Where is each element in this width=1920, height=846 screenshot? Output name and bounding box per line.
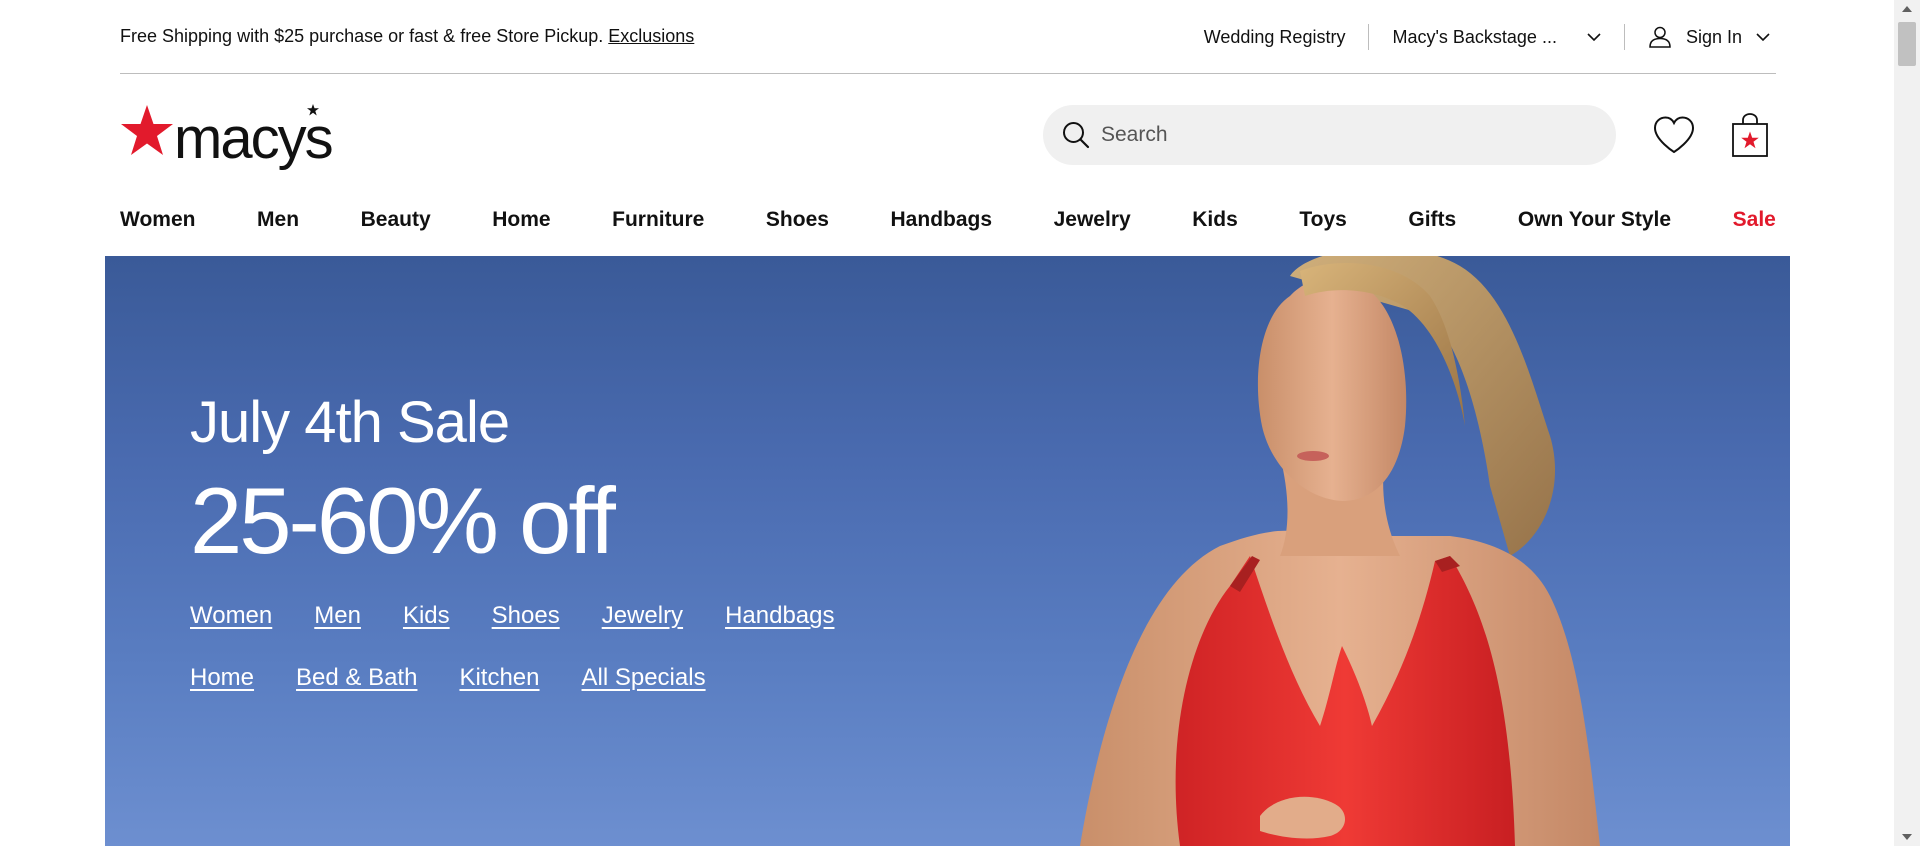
- macys-logo[interactable]: macys: [120, 104, 334, 171]
- hero-banner[interactable]: July 4th Sale 25-60% off Women Men Kids …: [105, 256, 1790, 846]
- hero-link-kitchen[interactable]: Kitchen: [459, 664, 539, 692]
- logo-wordmark: macys: [174, 106, 334, 171]
- hero-eyebrow: July 4th Sale: [190, 390, 510, 455]
- scrollbar-thumb[interactable]: [1898, 22, 1916, 66]
- nav-item-handbags[interactable]: Handbags: [891, 208, 993, 232]
- nav-item-sale[interactable]: Sale: [1733, 208, 1776, 232]
- promo-text: Free Shipping with $25 purchase or fast …: [120, 26, 604, 46]
- hero-links-row-2: Home Bed & Bath Kitchen All Specials: [190, 664, 834, 692]
- divider: [1368, 24, 1370, 50]
- divider: [1623, 24, 1625, 50]
- store-selector-label: Macy's Backstage ...: [1392, 26, 1557, 47]
- chevron-down-icon: [1756, 32, 1770, 41]
- exclusions-link[interactable]: Exclusions: [608, 26, 694, 46]
- nav-item-toys[interactable]: Toys: [1299, 208, 1346, 232]
- sign-in-label: Sign In: [1685, 26, 1742, 47]
- wedding-registry-link[interactable]: Wedding Registry: [1204, 27, 1346, 48]
- nav-item-kids[interactable]: Kids: [1192, 208, 1238, 232]
- nav-item-own-your-style[interactable]: Own Your Style: [1518, 208, 1671, 232]
- hero-links: Women Men Kids Shoes Jewelry Handbags Ho…: [190, 602, 834, 692]
- hero-link-bed-bath[interactable]: Bed & Bath: [296, 664, 417, 692]
- user-icon: [1649, 26, 1671, 48]
- utility-bar: Free Shipping with $25 purchase or fast …: [120, 0, 1776, 74]
- nav-item-beauty[interactable]: Beauty: [361, 208, 431, 232]
- hero-link-men[interactable]: Men: [314, 602, 361, 630]
- search-icon: [1063, 122, 1090, 149]
- hero-link-all-specials[interactable]: All Specials: [582, 664, 706, 692]
- search-input[interactable]: [1101, 123, 1581, 147]
- hero-link-kids[interactable]: Kids: [403, 602, 450, 630]
- nav-item-home[interactable]: Home: [492, 208, 550, 232]
- hero-link-shoes[interactable]: Shoes: [492, 602, 560, 630]
- shopping-bag-icon[interactable]: [1731, 112, 1769, 158]
- hero-links-row-1: Women Men Kids Shoes Jewelry Handbags: [190, 602, 834, 630]
- star-logo-icon: [121, 105, 173, 155]
- hero-text: July 4th Sale 25-60% off Women Men Kids …: [190, 394, 834, 726]
- hero-link-home[interactable]: Home: [190, 664, 254, 692]
- nav-item-furniture[interactable]: Furniture: [612, 208, 704, 232]
- hero-link-jewelry[interactable]: Jewelry: [602, 602, 683, 630]
- sign-in-menu[interactable]: Sign In: [1648, 26, 1776, 48]
- heart-icon[interactable]: [1652, 115, 1696, 155]
- chevron-down-icon: [1587, 32, 1601, 41]
- nav-item-gifts[interactable]: Gifts: [1408, 208, 1456, 232]
- nav-item-shoes[interactable]: Shoes: [766, 208, 829, 232]
- scroll-down-arrow-icon[interactable]: [1902, 834, 1912, 840]
- page-scrollbar[interactable]: [1894, 0, 1920, 846]
- nav-item-men[interactable]: Men: [257, 208, 299, 232]
- hero-link-handbags[interactable]: Handbags: [725, 602, 834, 630]
- utility-right: Wedding Registry Macy's Backstage ... Si…: [1204, 0, 1776, 74]
- nav-item-women[interactable]: Women: [120, 208, 195, 232]
- store-selector[interactable]: Macy's Backstage ...: [1392, 27, 1601, 48]
- hero-headline: 25-60% off: [190, 468, 616, 573]
- hero-model-image: [1080, 256, 1600, 846]
- apostrophe-star-icon: [307, 104, 319, 116]
- main-nav: Women Men Beauty Home Furniture Shoes Ha…: [120, 200, 1776, 240]
- scroll-up-arrow-icon[interactable]: [1902, 6, 1912, 12]
- shipping-promo: Free Shipping with $25 purchase or fast …: [120, 26, 694, 47]
- hero-link-women[interactable]: Women: [190, 602, 272, 630]
- search-bar[interactable]: [1043, 105, 1616, 165]
- nav-item-jewelry[interactable]: Jewelry: [1054, 208, 1131, 232]
